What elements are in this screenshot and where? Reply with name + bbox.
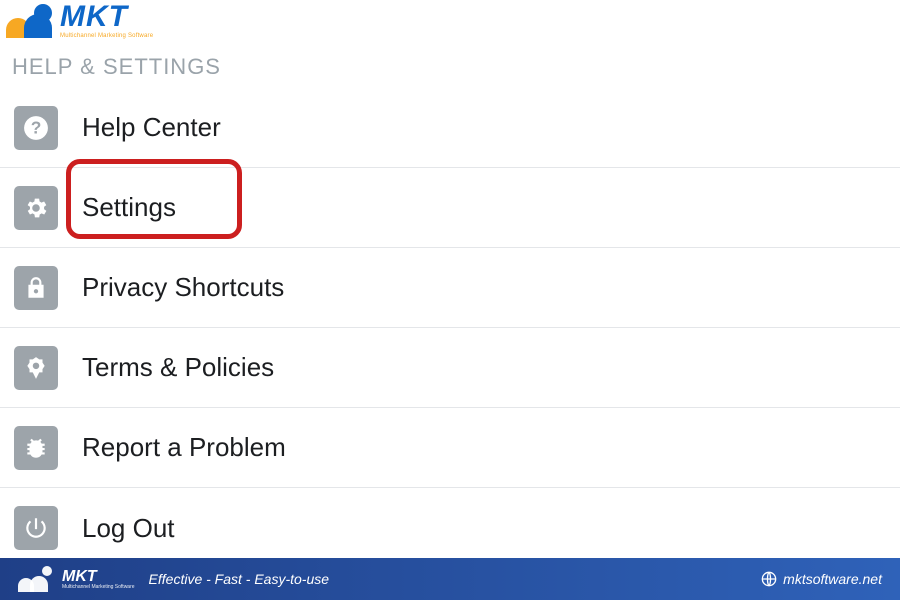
footer-brand-name: MKT	[62, 569, 135, 585]
brand-tagline: Multichannel Marketing Software	[60, 33, 153, 39]
menu-item-log-out[interactable]: Log Out	[0, 488, 900, 568]
menu-item-label: Log Out	[82, 513, 175, 544]
brand-mark-footer-icon	[18, 566, 52, 592]
ribbon-icon	[14, 346, 58, 390]
svg-text:?: ?	[31, 117, 42, 137]
menu-item-report-problem[interactable]: Report a Problem	[0, 408, 900, 488]
brand-logo-top: MKT Multichannel Marketing Software	[6, 2, 153, 39]
bug-icon	[14, 426, 58, 470]
footer-site-link[interactable]: mktsoftware.net	[761, 571, 882, 587]
lock-icon	[14, 266, 58, 310]
brand-name: MKT	[60, 2, 153, 32]
menu-item-label: Settings	[82, 192, 176, 223]
help-settings-menu: ? Help Center Settings Privacy Shortcuts…	[0, 88, 900, 568]
menu-item-label: Privacy Shortcuts	[82, 272, 284, 303]
menu-item-label: Help Center	[82, 112, 221, 143]
gear-icon	[14, 186, 58, 230]
footer-site-text: mktsoftware.net	[783, 571, 882, 587]
menu-item-help-center[interactable]: ? Help Center	[0, 88, 900, 168]
footer-slogan: Effective - Fast - Easy-to-use	[149, 571, 330, 587]
menu-item-privacy-shortcuts[interactable]: Privacy Shortcuts	[0, 248, 900, 328]
menu-item-terms-policies[interactable]: Terms & Policies	[0, 328, 900, 408]
question-icon: ?	[14, 106, 58, 150]
globe-icon	[761, 571, 777, 587]
menu-item-label: Terms & Policies	[82, 352, 274, 383]
menu-item-settings[interactable]: Settings	[0, 168, 900, 248]
power-icon	[14, 506, 58, 550]
brand-mark-icon	[6, 4, 54, 38]
footer-brand-sub: Multichannel Marketing Software	[62, 585, 135, 590]
menu-item-label: Report a Problem	[82, 432, 286, 463]
footer-banner: MKT Multichannel Marketing Software Effe…	[0, 558, 900, 600]
section-title: HELP & SETTINGS	[12, 54, 221, 80]
